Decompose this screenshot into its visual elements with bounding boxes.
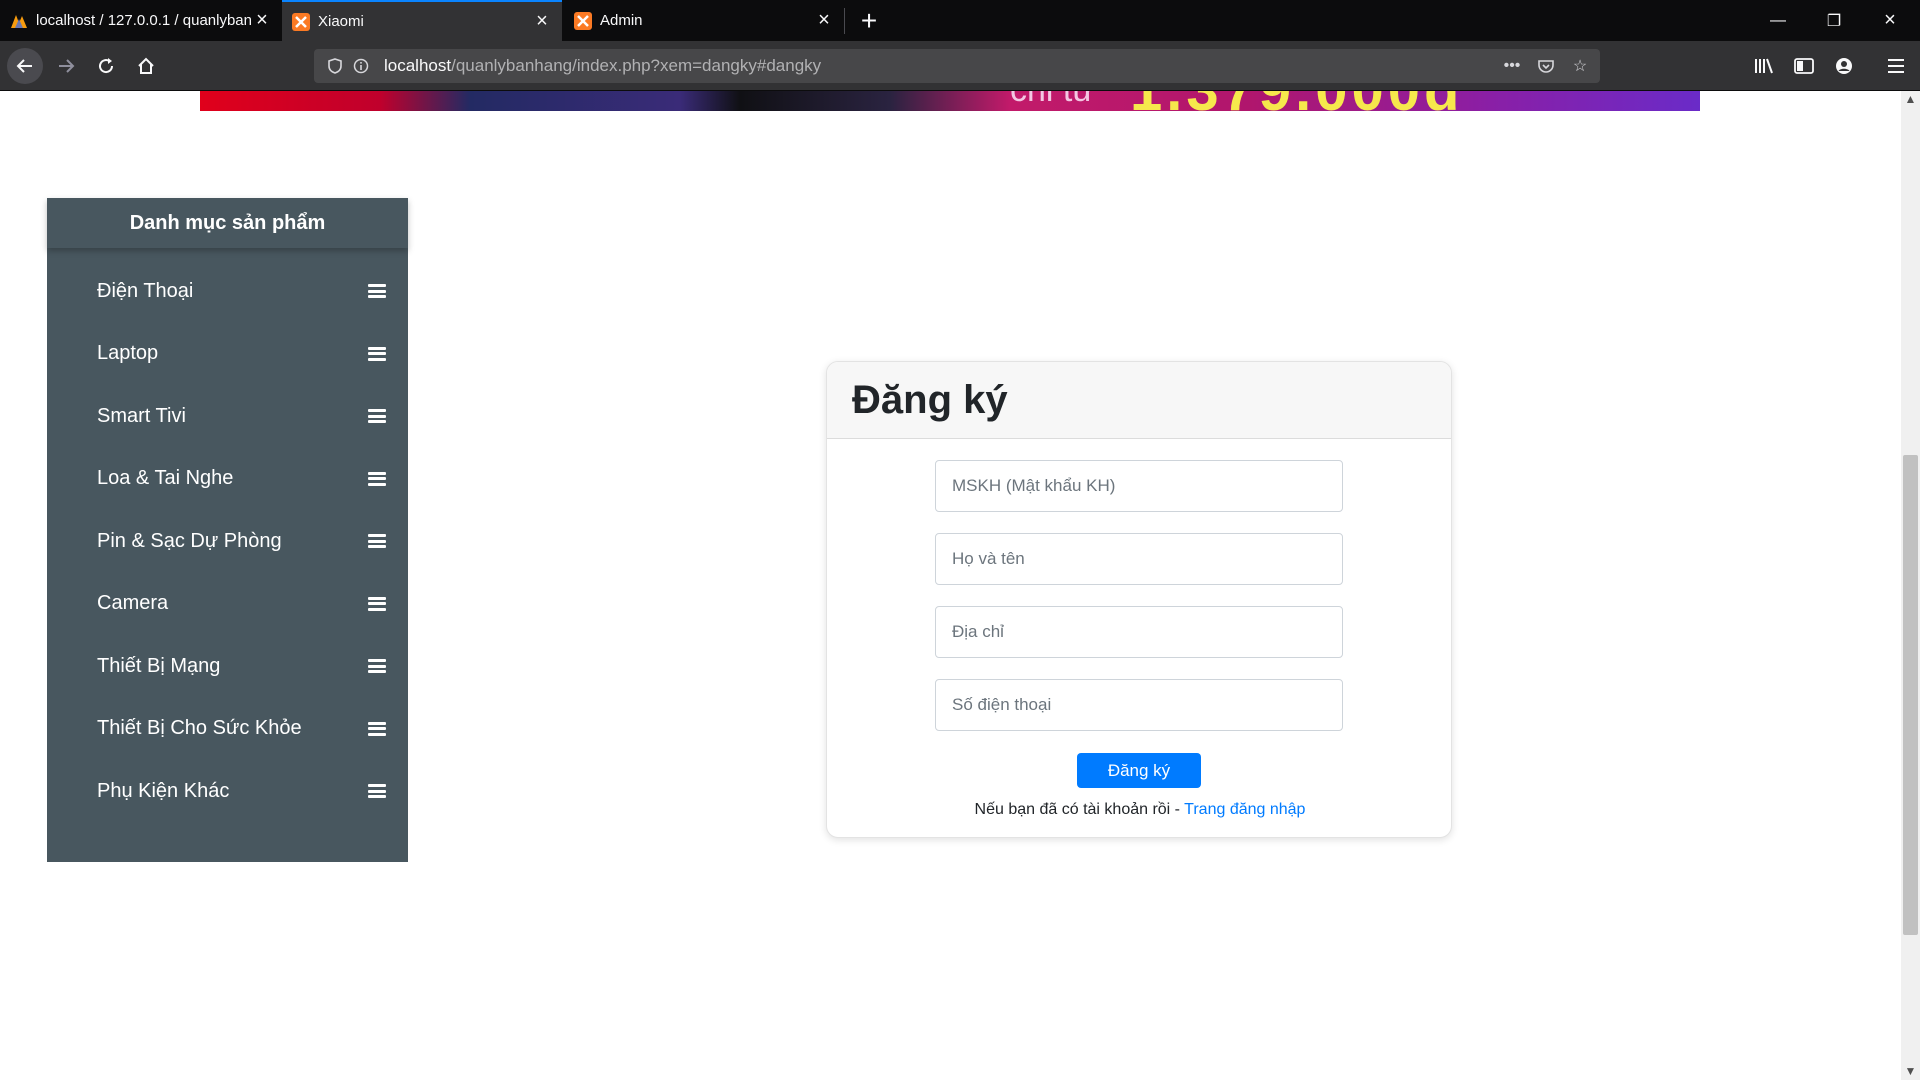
sidebar-item-label: Smart Tivi — [97, 404, 186, 427]
menu-icon — [368, 721, 386, 736]
sidebar-item-label: Loa & Tai Nghe — [97, 467, 234, 490]
reload-button[interactable] — [88, 48, 124, 84]
tab-admin[interactable]: Admin × — [564, 0, 844, 41]
sidebar-item-label: Phụ Kiện Khác — [97, 779, 230, 802]
close-icon[interactable]: × — [532, 10, 552, 32]
sidebar-item-label: Điện Thoại — [97, 279, 194, 302]
login-link[interactable]: Trang đăng nhập — [1184, 801, 1305, 818]
tab-title: Xiaomi — [318, 13, 364, 30]
fullname-field[interactable] — [935, 533, 1343, 585]
sidebar-toggle-icon[interactable] — [1786, 48, 1822, 84]
navigation-bar: localhost/quanlybanhang/index.php?xem=da… — [0, 41, 1920, 91]
register-card-header: Đăng ký — [827, 362, 1451, 439]
banner-price: 1.379.000đ — [1130, 91, 1463, 111]
sidebar-item-dien-thoai[interactable]: Điện Thoại — [47, 260, 408, 323]
restore-button[interactable]: ❐ — [1806, 0, 1862, 41]
tab-title: Admin — [600, 12, 643, 29]
menu-icon — [368, 659, 386, 674]
sidebar-item-label: Thiết Bị Cho Sức Khỏe — [97, 717, 302, 740]
sidebar-item-phu-kien[interactable]: Phụ Kiện Khác — [47, 760, 408, 823]
bookmark-star-icon[interactable]: ☆ — [1568, 54, 1592, 78]
hamburger-menu-icon[interactable] — [1878, 48, 1914, 84]
tab-phpmyadmin[interactable]: localhost / 127.0.0.1 / quanlybanhang × — [0, 0, 282, 41]
sidebar-title: Danh mục sản phẩm — [47, 198, 408, 248]
phone-field[interactable] — [935, 679, 1343, 731]
pocket-icon[interactable] — [1534, 54, 1558, 78]
sidebar-item-smart-tivi[interactable]: Smart Tivi — [47, 385, 408, 448]
sidebar-item-pin-sac[interactable]: Pin & Sạc Dự Phòng — [47, 510, 408, 573]
account-icon[interactable] — [1826, 48, 1862, 84]
xampp-icon — [292, 12, 310, 31]
menu-icon — [368, 596, 386, 611]
forward-button[interactable] — [48, 48, 84, 84]
menu-icon — [368, 471, 386, 486]
home-button[interactable] — [128, 48, 164, 84]
sidebar-item-label: Laptop — [97, 342, 159, 365]
tab-xiaomi[interactable]: Xiaomi × — [282, 0, 562, 41]
minimize-button[interactable]: — — [1750, 0, 1806, 41]
promo-banner[interactable]: chỉ từ 1.379.000đ — [200, 91, 1700, 111]
register-card: Đăng ký Đăng ký Nếu bạn đã có tài khoản … — [826, 361, 1452, 838]
url-host: localhost — [384, 56, 452, 75]
sidebar-item-suc-khoe[interactable]: Thiết Bị Cho Sức Khỏe — [47, 698, 408, 761]
register-button[interactable]: Đăng ký — [1077, 753, 1201, 788]
sidebar-item-camera[interactable]: Camera — [47, 573, 408, 636]
phpmyadmin-icon — [10, 12, 28, 30]
category-list: Điện Thoại Laptop Smart Tivi Loa & Tai N… — [47, 260, 408, 823]
scrollbar-thumb[interactable] — [1903, 455, 1918, 935]
arrow-right-icon — [59, 59, 75, 73]
url-text: localhost/quanlybanhang/index.php?xem=da… — [384, 56, 821, 76]
library-icon[interactable] — [1746, 48, 1782, 84]
menu-icon — [368, 346, 386, 361]
close-icon[interactable]: × — [252, 9, 272, 31]
scroll-down-icon[interactable]: ▼ — [1901, 1063, 1920, 1079]
banner-text: chỉ từ — [1010, 91, 1095, 110]
info-icon[interactable] — [350, 55, 372, 77]
home-icon — [138, 57, 154, 74]
shield-icon[interactable] — [324, 55, 346, 77]
menu-icon — [368, 534, 386, 549]
login-prompt-text: Nếu bạn đã có tài khoản rồi - — [974, 801, 1185, 818]
sidebar-item-label: Pin & Sạc Dự Phòng — [97, 529, 282, 552]
scroll-up-icon[interactable]: ▲ — [1901, 91, 1920, 107]
tab-title: localhost / 127.0.0.1 / quanlybanhang — [36, 12, 252, 29]
page-viewport: chỉ từ 1.379.000đ Danh mục sản phẩm Điện… — [0, 91, 1920, 1080]
reload-icon — [99, 58, 114, 74]
menu-icon — [368, 784, 386, 799]
back-button[interactable] — [7, 48, 43, 84]
sidebar-item-label: Camera — [97, 592, 169, 615]
register-title: Đăng ký — [852, 377, 1008, 422]
sidebar-item-laptop[interactable]: Laptop — [47, 323, 408, 386]
arrow-left-icon — [16, 59, 32, 73]
url-bar[interactable]: localhost/quanlybanhang/index.php?xem=da… — [314, 49, 1600, 83]
password-field[interactable] — [935, 460, 1343, 512]
url-actions: ••• ☆ — [1500, 54, 1592, 78]
tab-bar: localhost / 127.0.0.1 / quanlybanhang × … — [0, 0, 1920, 41]
category-sidebar: Danh mục sản phẩm Điện Thoại Laptop Smar… — [47, 198, 408, 862]
url-path: /quanlybanhang/index.php?xem=dangky#dang… — [451, 56, 822, 75]
tab-separator — [844, 8, 845, 34]
close-icon[interactable]: × — [814, 9, 834, 31]
new-tab-button[interactable]: + — [852, 4, 886, 38]
close-window-button[interactable]: × — [1862, 0, 1918, 41]
sidebar-item-label: Thiết Bị Mạng — [97, 654, 221, 677]
xampp-icon — [574, 11, 592, 30]
menu-icon — [368, 409, 386, 424]
sidebar-item-loa-tai-nghe[interactable]: Loa & Tai Nghe — [47, 448, 408, 511]
page-actions-icon[interactable]: ••• — [1500, 54, 1524, 78]
login-prompt: Nếu bạn đã có tài khoản rồi - Trang đăng… — [827, 801, 1451, 819]
menu-icon — [368, 284, 386, 299]
address-field[interactable] — [935, 606, 1343, 658]
sidebar-item-thiet-bi-mang[interactable]: Thiết Bị Mạng — [47, 635, 408, 698]
